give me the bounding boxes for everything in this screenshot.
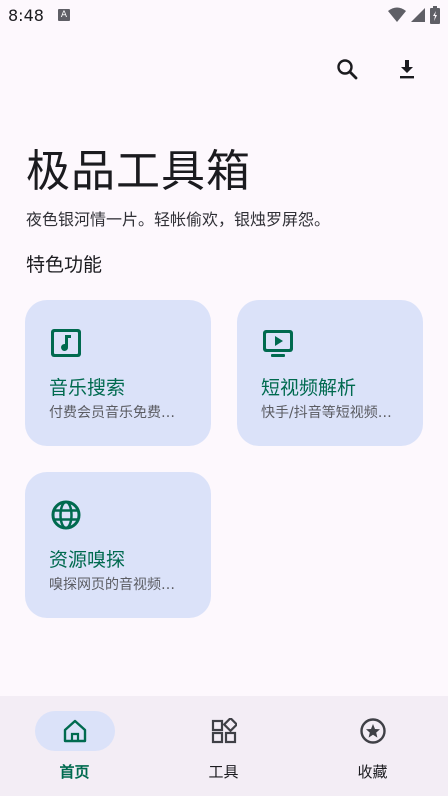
nav-item-tools[interactable]: 工具	[149, 696, 298, 796]
top-actions	[328, 50, 426, 88]
status-bar: 8:48 A	[0, 0, 448, 32]
nav-label: 工具	[208, 763, 239, 781]
search-icon	[337, 59, 358, 80]
battery-icon	[430, 6, 440, 24]
card-description: 嗅探网页的音视频…	[49, 577, 175, 593]
download-icon	[400, 60, 414, 79]
wifi-icon	[388, 7, 406, 22]
globe-icon	[51, 500, 81, 530]
star-icon	[360, 718, 386, 744]
page-subtitle: 夜色银河情一片。轻帐偷欢，银烛罗屏怨。	[26, 210, 331, 229]
nav-indicator	[333, 711, 413, 751]
section-title: 特色功能	[26, 254, 103, 276]
status-time: 8:48	[8, 6, 44, 25]
download-button[interactable]	[388, 50, 426, 88]
card-description: 付费会员音乐免费…	[49, 405, 175, 421]
card-title: 音乐搜索	[49, 377, 126, 399]
card-description: 快手/抖音等短视频…	[261, 405, 392, 421]
video-play-icon	[263, 330, 293, 357]
card-music-search[interactable]: 音乐搜索 付费会员音乐免费…	[25, 300, 211, 446]
music-note-icon	[51, 329, 81, 357]
widgets-icon	[211, 718, 237, 744]
status-icons	[388, 6, 440, 24]
card-resource-sniff[interactable]: 资源嗅探 嗅探网页的音视频…	[25, 472, 211, 618]
nav-item-favorites[interactable]: 收藏	[298, 696, 447, 796]
nav-label: 首页	[59, 763, 90, 781]
page-title: 极品工具箱	[26, 146, 251, 197]
nav-indicator	[184, 711, 264, 751]
signal-icon	[411, 8, 425, 22]
nav-indicator	[35, 711, 115, 751]
card-title: 资源嗅探	[49, 549, 126, 571]
card-title: 短视频解析	[261, 377, 357, 399]
nav-item-home[interactable]: 首页	[0, 696, 149, 796]
notification-icon: A	[58, 9, 70, 21]
card-video-parse[interactable]: 短视频解析 快手/抖音等短视频…	[237, 300, 423, 446]
search-button[interactable]	[328, 50, 366, 88]
home-icon	[63, 719, 87, 743]
nav-label: 收藏	[357, 763, 388, 781]
bottom-navigation: 首页 工具 收藏	[0, 696, 448, 796]
